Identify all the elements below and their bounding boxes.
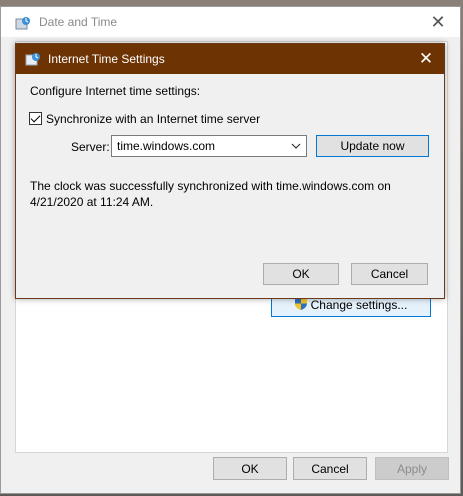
server-dropdown[interactable]: time.windows.com (111, 135, 307, 157)
server-label: Server: (71, 140, 110, 154)
outer-titlebar[interactable]: Date and Time ✕ (1, 7, 460, 37)
status-text-line2: 4/21/2020 at 11:24 AM. (30, 195, 154, 209)
server-value: time.windows.com (117, 139, 216, 153)
outer-apply-button[interactable]: Apply (375, 457, 449, 480)
chevron-down-icon (291, 140, 301, 154)
clock-globe-icon (25, 52, 41, 71)
dialog-title: Internet Time Settings (48, 52, 165, 66)
clock-globe-icon (15, 16, 31, 35)
outer-ok-button[interactable]: OK (213, 457, 287, 480)
outer-cancel-button[interactable]: Cancel (293, 457, 367, 480)
status-text-line1: The clock was successfully synchronized … (30, 179, 391, 193)
outer-close-icon[interactable]: ✕ (424, 9, 452, 35)
sync-checkbox[interactable] (29, 112, 42, 125)
internet-time-settings-dialog: Internet Time Settings ✕ Configure Inter… (15, 43, 445, 299)
update-now-button[interactable]: Update now (316, 135, 429, 157)
sync-checkbox-label[interactable]: Synchronize with an Internet time server (46, 112, 260, 126)
dialog-titlebar[interactable]: Internet Time Settings ✕ (16, 44, 444, 74)
configure-heading: Configure Internet time settings: (30, 84, 201, 98)
outer-window-title: Date and Time (39, 15, 118, 29)
change-settings-label: Change settings... (310, 298, 408, 312)
dialog-ok-button[interactable]: OK (263, 263, 339, 285)
dialog-cancel-button[interactable]: Cancel (351, 263, 428, 285)
dialog-close-icon[interactable]: ✕ (412, 46, 440, 72)
